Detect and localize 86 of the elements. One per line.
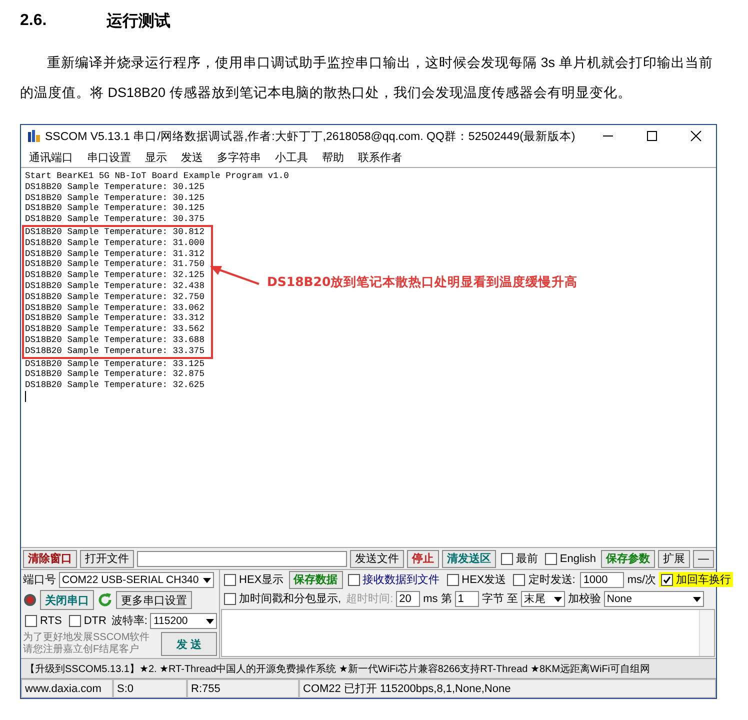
- label: 第: [440, 592, 452, 606]
- button[interactable]: —: [693, 550, 714, 568]
- button[interactable]: 清发送区: [442, 550, 496, 568]
- dropdown[interactable]: None: [604, 590, 704, 606]
- terminal-line: DS18B20 Sample Temperature: 33.062: [25, 302, 206, 314]
- label: 波特率:: [111, 614, 148, 628]
- status-cell: R:755: [187, 679, 299, 698]
- label: 字节 至: [482, 592, 518, 606]
- button[interactable]: 打开文件: [80, 550, 134, 568]
- checkbox[interactable]: HEX发送: [444, 572, 508, 587]
- text-cursor: [25, 390, 26, 402]
- annotation-text: DS18B20放到笔记本散热口处明显看到温度缓慢升高: [267, 277, 578, 288]
- terminal-line: DS18B20 Sample Temperature: 30.125: [25, 192, 206, 204]
- maximize-icon[interactable]: [646, 130, 658, 142]
- checkbox[interactable]: HEX显示: [222, 572, 286, 587]
- terminal-line: DS18B20 Sample Temperature: 32.438: [25, 280, 206, 292]
- button[interactable]: 保存参数: [601, 550, 655, 568]
- checkbox[interactable]: 定时发送:: [511, 572, 578, 587]
- section-title: 运行测试: [106, 12, 171, 32]
- label: 端口号: [23, 573, 56, 587]
- terminal-line: Start BearKE1 5G NB-IoT Board Example Program v1.0: [25, 171, 290, 182]
- terminal-line: DS18B20 Sample Temperature: 31.312: [25, 248, 206, 260]
- menu-item[interactable]: 多字符串: [217, 150, 261, 164]
- input-field[interactable]: 1: [454, 590, 479, 606]
- label: ms: [423, 592, 438, 604]
- menu-item[interactable]: 通讯端口: [29, 150, 73, 164]
- terminal-line: DS18B20 Sample Temperature: 31.000: [25, 238, 206, 249]
- menu-item[interactable]: 显示: [145, 150, 167, 164]
- status-cell: COM22 已打开 115200bps,8,1,None,None: [299, 679, 716, 698]
- port-dropdown[interactable]: COM22 USB-SERIAL CH340: [59, 572, 214, 588]
- button[interactable]: 保存数据: [288, 570, 343, 588]
- terminal-line: DS18B20 Sample Temperature: 32.625: [25, 380, 206, 391]
- checkbox[interactable]: 接收数据到文件: [346, 572, 442, 587]
- terminal-line: DS18B20 Sample Temperature: 30.812: [25, 226, 206, 238]
- input-field[interactable]: 1000: [580, 572, 624, 588]
- terminal-line: DS18B20 Sample Temperature: 33.688: [25, 334, 206, 346]
- scrollbar[interactable]: [699, 610, 714, 656]
- terminal-line: DS18B20 Sample Temperature: 33.375: [25, 346, 206, 357]
- checkbox[interactable]: English: [542, 552, 598, 564]
- terminal-line: DS18B20 Sample Temperature: 30.125: [25, 182, 206, 193]
- terminal-line: DS18B20 Sample Temperature: 30.375: [25, 214, 206, 225]
- checkbox[interactable]: RTS: [23, 614, 64, 626]
- window-title: SSCOM V5.13.1 串口/网络数据调试器,作者:大虾丁丁,2618058@qq.com. QQ群：52502449(最新版本): [45, 129, 576, 144]
- refresh-icon[interactable]: [97, 592, 113, 608]
- checkbox[interactable]: 最前: [498, 551, 540, 566]
- button[interactable]: 更多串口设置: [116, 591, 192, 609]
- terminal-line: DS18B20 Sample Temperature: 33.562: [25, 324, 206, 335]
- terminal-line: DS18B20 Sample Temperature: 33.312: [25, 313, 206, 324]
- button[interactable]: 关闭串口: [40, 590, 94, 610]
- label: ms/次: [627, 573, 656, 587]
- send-button[interactable]: 发 送: [161, 632, 217, 656]
- checkbox[interactable]: 加时间戳和分包显示,: [222, 591, 344, 606]
- checkbox[interactable]: 加回车换行: [659, 572, 734, 587]
- button[interactable]: 停止: [406, 550, 439, 568]
- menu-item[interactable]: 小工具: [275, 150, 308, 164]
- label: 加校验: [568, 592, 601, 606]
- dropdown[interactable]: 末尾: [520, 590, 565, 606]
- terminal-line: DS18B20 Sample Temperature: 32.875: [25, 369, 206, 380]
- baud-dropdown[interactable]: 115200: [150, 612, 217, 628]
- app-icon: [27, 129, 41, 143]
- menu-item[interactable]: 联系作者: [358, 150, 402, 164]
- status-cell: S:0: [113, 679, 187, 698]
- menu-item[interactable]: 帮助: [322, 150, 344, 164]
- status-light-icon: [23, 593, 37, 607]
- input-field[interactable]: [137, 550, 347, 566]
- label: 超时时间:: [346, 592, 394, 606]
- terminal-line: DS18B20 Sample Temperature: 32.125: [25, 270, 206, 281]
- terminal-line: DS18B20 Sample Temperature: 31.750: [25, 259, 206, 270]
- button[interactable]: 发送文件: [350, 550, 404, 568]
- send-field[interactable]: [221, 609, 715, 657]
- terminal-line: DS18B20 Sample Temperature: 30.125: [25, 203, 206, 214]
- status-cell: www.daxia.com: [21, 679, 113, 698]
- button[interactable]: 清除窗口: [23, 550, 77, 568]
- promo-text: 为了更好地发展SSCOM软件 请您注册嘉立创F结尾客户: [23, 632, 150, 656]
- input-field[interactable]: 20: [396, 590, 420, 606]
- check-icon: [663, 576, 672, 584]
- menu-item[interactable]: 串口设置: [87, 150, 131, 164]
- checkbox[interactable]: DTR: [66, 614, 108, 626]
- terminal-line: DS18B20 Sample Temperature: 32.750: [25, 292, 206, 303]
- close-icon[interactable]: [690, 130, 702, 142]
- news-ticker: 【升级到SSCOM5.13.1】★2. ★RT-Thread中国人的开源免费操作系统 ★新一代WiFi芯片兼容8266支持RT-Thread ★8KM远距离WiFi可自组网: [21, 658, 716, 678]
- paragraph: 重新编译并烧录运行程序，使用串口调试助手监控串口输出，这时候会发现每隔 3s 单片机就会打印输出当前的温度值。将 DS18B20 传感器放到笔记本电脑的散热口处，我们会发现温度传感器会有明显变化。: [20, 54, 714, 102]
- menu-item[interactable]: 发送: [181, 150, 203, 164]
- section-number: 2.6.: [20, 12, 47, 30]
- button[interactable]: 扩展: [658, 550, 690, 568]
- terminal-line: DS18B20 Sample Temperature: 33.125: [25, 358, 206, 370]
